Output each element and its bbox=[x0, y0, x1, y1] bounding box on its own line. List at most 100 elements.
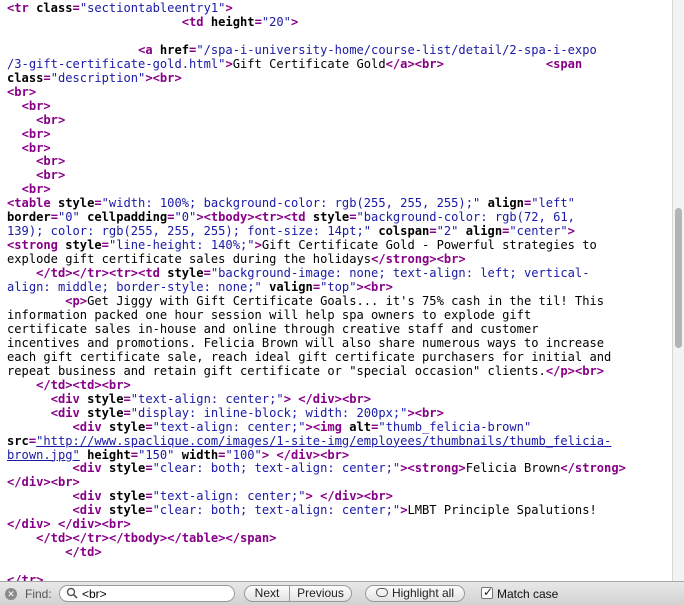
source-attribute: colspan bbox=[378, 224, 430, 239]
source-attribute: align bbox=[465, 224, 503, 239]
source-link[interactable]: brown.jpg" bbox=[7, 448, 80, 462]
source-text bbox=[480, 196, 487, 210]
source-tag: <td bbox=[181, 14, 211, 29]
source-text bbox=[313, 489, 320, 503]
source-attribute-value: "line-height: 140%;" bbox=[108, 238, 255, 253]
source-tag: <a bbox=[138, 42, 160, 57]
source-tag: <strong bbox=[7, 238, 66, 253]
source-text: Get Jiggy with Gift Certificate Goals...… bbox=[87, 294, 605, 309]
source-tag: <br> bbox=[101, 377, 131, 392]
source-tag: = bbox=[50, 210, 58, 225]
source-attribute-value: "clear: both; text-align: center;" bbox=[152, 503, 401, 518]
match-case-label: Match case bbox=[497, 587, 559, 601]
source-text bbox=[7, 420, 73, 434]
source-tag: </td> bbox=[36, 377, 73, 392]
source-line: <br> bbox=[7, 127, 672, 142]
source-line: <div style="display: inline-block; width… bbox=[7, 405, 672, 421]
source-text bbox=[444, 57, 546, 71]
source-line bbox=[7, 30, 672, 44]
source-tag: = bbox=[145, 461, 153, 476]
source-attribute-value: "sectiontableentry1" bbox=[79, 1, 226, 15]
source-text: repeat business and retain gift certific… bbox=[7, 363, 546, 378]
source-text bbox=[7, 461, 73, 475]
find-input[interactable] bbox=[82, 587, 230, 600]
close-find-bar-button[interactable]: ✕ bbox=[5, 588, 17, 600]
source-attribute: href bbox=[159, 42, 190, 57]
source-tag: <br> bbox=[50, 475, 80, 490]
source-tag: > bbox=[290, 14, 299, 29]
source-tag: > bbox=[196, 210, 204, 225]
checkmark-icon: ✓ bbox=[483, 585, 494, 599]
source-line: brown.jpg" height="150" width="100"> </d… bbox=[7, 447, 672, 463]
page-source-view[interactable]: <tr class="sectiontableentry1"> <td heig… bbox=[0, 0, 672, 581]
source-text bbox=[458, 224, 465, 238]
source-tag: <br> bbox=[7, 84, 37, 99]
source-line: <div style="text-align: center;"> </div>… bbox=[7, 391, 672, 407]
source-tag: </td> bbox=[65, 545, 102, 560]
source-line: <div style="clear: both; text-align: cen… bbox=[7, 461, 672, 476]
source-text bbox=[7, 406, 51, 420]
source-tag: <tr bbox=[7, 1, 37, 15]
match-case-checkbox[interactable]: ✓ bbox=[481, 585, 494, 599]
source-attribute: style bbox=[57, 196, 95, 211]
find-next-button[interactable]: Next bbox=[244, 585, 290, 602]
source-attribute: style bbox=[108, 489, 146, 504]
source-line: <br> bbox=[7, 168, 672, 183]
source-link[interactable]: "http://www.spaclique.com/images/1-site-… bbox=[36, 434, 611, 448]
source-tag: > bbox=[356, 280, 364, 295]
source-attribute-value: "left" bbox=[531, 196, 575, 211]
source-attribute: style bbox=[108, 503, 146, 518]
source-attribute: height bbox=[87, 447, 131, 462]
source-tag: <img bbox=[312, 419, 350, 434]
source-text bbox=[80, 448, 87, 462]
source-tag: <br> bbox=[363, 280, 393, 295]
source-tag: = bbox=[254, 14, 262, 29]
source-tag: = bbox=[94, 196, 102, 211]
source-attribute: alt bbox=[349, 419, 372, 434]
source-attribute-value: 139); color: rgb(255, 255, 255); font-si… bbox=[7, 224, 372, 239]
source-tag: > bbox=[145, 70, 153, 85]
source-line: <br> bbox=[7, 155, 672, 169]
source-line: </td></tr><tr><td style="background-imag… bbox=[7, 266, 672, 281]
source-text bbox=[7, 141, 22, 155]
source-attribute: style bbox=[312, 210, 350, 225]
source-line: repeat business and retain gift certific… bbox=[7, 363, 672, 379]
source-attribute-value: /3-gift-certificate-gold.html" bbox=[7, 56, 226, 71]
highlight-icon bbox=[375, 588, 388, 598]
source-text bbox=[7, 489, 73, 503]
source-tag: </span> bbox=[225, 531, 277, 546]
source-tag: <br> bbox=[341, 391, 372, 406]
source-line: align: middle; border-style: none;" vali… bbox=[7, 280, 672, 295]
source-tag: </strong> bbox=[371, 252, 437, 267]
source-tag: <br> bbox=[152, 70, 182, 85]
vertical-scrollbar[interactable] bbox=[672, 0, 684, 581]
find-field[interactable] bbox=[59, 585, 235, 602]
source-line: incentives and promotions. Felicia Brown… bbox=[7, 336, 672, 351]
source-line: <br> bbox=[7, 99, 672, 114]
source-text: Gift Certificate Gold bbox=[232, 56, 386, 71]
source-text bbox=[7, 113, 36, 127]
scrollbar-thumb[interactable] bbox=[675, 208, 682, 348]
source-tag: <div bbox=[50, 405, 88, 420]
source-tag: <br> bbox=[21, 182, 51, 197]
source-line: information packed one hour session will… bbox=[7, 308, 672, 323]
source-attribute: style bbox=[65, 238, 102, 253]
source-text bbox=[7, 99, 22, 113]
source-attribute-value: "width: 100%; background-color: rgb(255,… bbox=[101, 196, 481, 211]
source-tag: </table> bbox=[167, 531, 226, 546]
source-line: <tr class="sectiontableentry1"> bbox=[7, 1, 672, 16]
find-previous-button[interactable]: Previous bbox=[289, 585, 352, 602]
source-attribute-value: "background-image: none; text-align: lef… bbox=[210, 266, 590, 281]
source-tag: <br> bbox=[414, 56, 444, 71]
source-tag: = bbox=[123, 405, 131, 420]
source-line: <br> bbox=[7, 182, 672, 197]
source-attribute: width bbox=[181, 447, 219, 462]
source-text: explode gift certificate sales during th… bbox=[7, 252, 372, 267]
source-tag: <br> bbox=[320, 447, 350, 462]
source-tag: > bbox=[567, 224, 575, 239]
highlight-all-button[interactable]: Highlight all bbox=[365, 585, 465, 602]
source-tag: = bbox=[145, 489, 153, 504]
source-attribute-value: "/spa-i-university-home/course-list/deta… bbox=[196, 42, 597, 57]
source-text: each gift certificate sale, reach ideal … bbox=[7, 349, 612, 364]
source-line: src="http://www.spaclique.com/images/1-s… bbox=[7, 434, 672, 449]
